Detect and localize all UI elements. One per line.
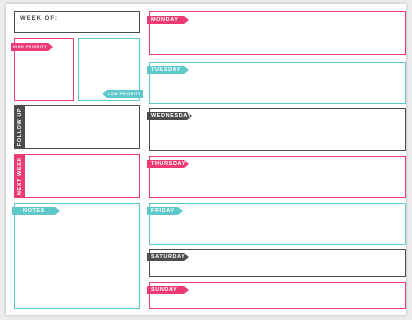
follow-up-box[interactable]: FOLLOW UP bbox=[14, 105, 140, 149]
week-of-box[interactable]: WEEK OF: bbox=[14, 11, 140, 33]
day-tag-friday: FRIDAY bbox=[147, 207, 183, 215]
day-box-wednesday[interactable]: WEDNESDAY bbox=[149, 108, 406, 151]
notes-box[interactable]: NOTES bbox=[14, 203, 140, 309]
next-week-box[interactable]: NEXT WEEK bbox=[14, 154, 140, 198]
day-tag-tuesday: TUESDAY bbox=[147, 66, 189, 74]
day-box-friday[interactable]: FRIDAY bbox=[149, 203, 406, 245]
day-box-saturday[interactable]: SATURDAY bbox=[149, 249, 406, 277]
day-tag-sunday: SUNDAY bbox=[147, 286, 189, 294]
day-box-tuesday[interactable]: TUESDAY bbox=[149, 62, 406, 104]
next-week-label: NEXT WEEK bbox=[17, 156, 23, 196]
day-box-thursday[interactable]: THURSDAY bbox=[149, 156, 406, 198]
day-tag-monday: MONDAY bbox=[147, 16, 189, 24]
low-priority-box[interactable]: LOW PRIORITY bbox=[78, 38, 143, 101]
day-box-monday[interactable]: MONDAY bbox=[149, 11, 406, 55]
next-week-tab: NEXT WEEK bbox=[15, 155, 25, 197]
day-box-sunday[interactable]: SUNDAY bbox=[149, 282, 406, 309]
week-of-label: WEEK OF: bbox=[20, 16, 58, 22]
notes-tag: NOTES bbox=[12, 207, 60, 215]
follow-up-tab: FOLLOW UP bbox=[15, 106, 25, 148]
day-tag-wednesday: WEDNESDAY bbox=[147, 112, 192, 120]
high-priority-tag: HIGH PRIORITY bbox=[11, 43, 53, 51]
follow-up-label: FOLLOW UP bbox=[17, 107, 23, 147]
weekly-planner-sheet: WEEK OF: HIGH PRIORITY LOW PRIORITY FOLL… bbox=[6, 4, 406, 315]
day-tag-thursday: THURSDAY bbox=[147, 160, 189, 168]
low-priority-tag: LOW PRIORITY bbox=[102, 90, 143, 98]
day-tag-saturday: SATURDAY bbox=[147, 253, 189, 261]
high-priority-box[interactable]: HIGH PRIORITY bbox=[14, 38, 74, 101]
